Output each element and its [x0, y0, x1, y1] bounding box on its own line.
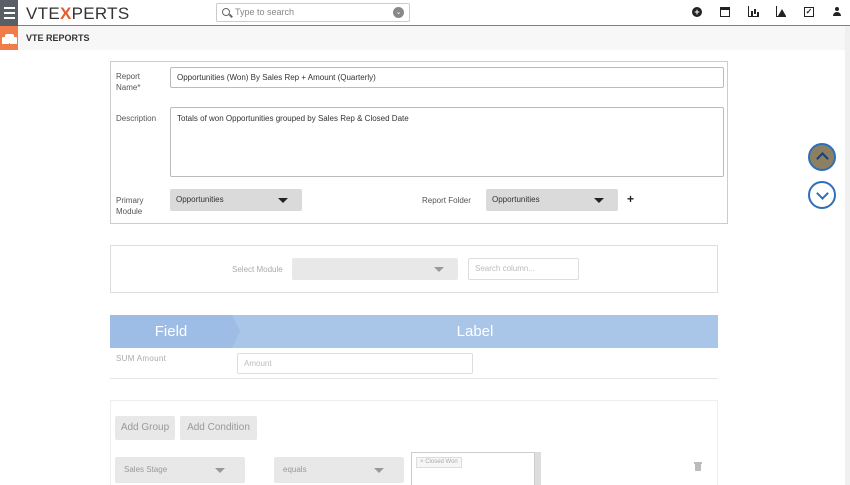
bar-chart-icon[interactable]: [748, 6, 758, 17]
scroll-down-button[interactable]: [808, 181, 836, 209]
condition-operator-value: equals: [283, 465, 307, 474]
search-column-input[interactable]: Search column...: [468, 258, 579, 280]
chevron-down-icon: [278, 198, 288, 203]
report-details-panel: Report Name* Opportunities (Won) By Sales…: [110, 61, 728, 224]
condition-value-multiselect[interactable]: × Closed Won: [411, 452, 535, 485]
label-column-header: Label: [456, 323, 494, 340]
field-label-input[interactable]: Amount: [237, 353, 473, 374]
app-logo[interactable]: VTEXPERTS: [26, 4, 129, 24]
page-scrollbar[interactable]: [845, 26, 850, 485]
menu-icon[interactable]: [0, 0, 18, 26]
chevron-down-icon: [434, 267, 444, 272]
selected-value-tag: × Closed Won: [416, 457, 462, 468]
description-label: Description: [116, 114, 157, 123]
primary-module-select[interactable]: Opportunities: [170, 189, 302, 211]
plus-circle-icon[interactable]: +: [692, 6, 702, 17]
chevron-down-icon: [215, 468, 225, 473]
description-textarea[interactable]: Totals of won Opportunities grouped by S…: [170, 107, 724, 177]
field-name: SUM Amount: [116, 354, 167, 363]
add-group-button[interactable]: Add Group: [115, 416, 175, 440]
trash-icon[interactable]: [694, 462, 702, 471]
condition-field-value: Sales Stage: [124, 465, 168, 474]
area-chart-icon[interactable]: [776, 6, 786, 17]
report-folder-label: Report Folder: [422, 196, 471, 205]
add-folder-button[interactable]: +: [627, 192, 634, 206]
primary-module-label: Primary Module: [116, 196, 144, 216]
tag-label: Closed Won: [425, 459, 458, 465]
select-module-dropdown[interactable]: [292, 258, 458, 280]
scroll-up-button[interactable]: [808, 143, 836, 171]
columns-selection-panel: Select Module Search column...: [110, 245, 718, 293]
primary-module-value: Opportunities: [176, 195, 224, 204]
report-name-input[interactable]: Opportunities (Won) By Sales Rep + Amoun…: [170, 67, 724, 88]
global-search-input[interactable]: Type to search ⌄: [216, 3, 410, 22]
user-icon[interactable]: [832, 6, 842, 17]
search-options-icon[interactable]: ⌄: [393, 7, 404, 18]
multiselect-scrollbar[interactable]: [535, 452, 541, 485]
top-actions: + ✓: [692, 6, 842, 17]
report-folder-value: Opportunities: [492, 195, 540, 204]
top-navigation-bar: VTEXPERTS Type to search ⌄ + ✓: [0, 0, 850, 26]
condition-operator-select[interactable]: equals: [274, 457, 404, 483]
search-icon: [222, 8, 230, 16]
report-folder-select[interactable]: Opportunities: [486, 189, 618, 211]
search-placeholder: Type to search: [235, 7, 295, 17]
chevron-down-icon: [594, 198, 604, 203]
reports-module-icon[interactable]: [0, 26, 18, 50]
condition-field-select[interactable]: Sales Stage: [115, 457, 245, 483]
chevron-down-icon: [374, 468, 384, 473]
report-name-label: Report Name*: [116, 72, 141, 92]
add-condition-button[interactable]: Add Condition: [180, 416, 257, 440]
module-header: VTE REPORTS: [0, 26, 850, 50]
table-row: SUM Amount Amount: [110, 348, 718, 379]
task-check-icon[interactable]: ✓: [804, 6, 814, 17]
module-title: VTE REPORTS: [26, 33, 90, 43]
select-module-label: Select Module: [232, 265, 283, 274]
fields-table-header: Field Label: [110, 315, 718, 348]
logo-text-prefix: VTE: [26, 4, 60, 23]
calendar-icon[interactable]: [720, 6, 730, 17]
logo-text-x: X: [59, 4, 72, 23]
remove-tag-icon[interactable]: ×: [420, 459, 424, 465]
logo-text-suffix: PERTS: [71, 4, 130, 23]
field-column-header: Field: [110, 315, 240, 348]
